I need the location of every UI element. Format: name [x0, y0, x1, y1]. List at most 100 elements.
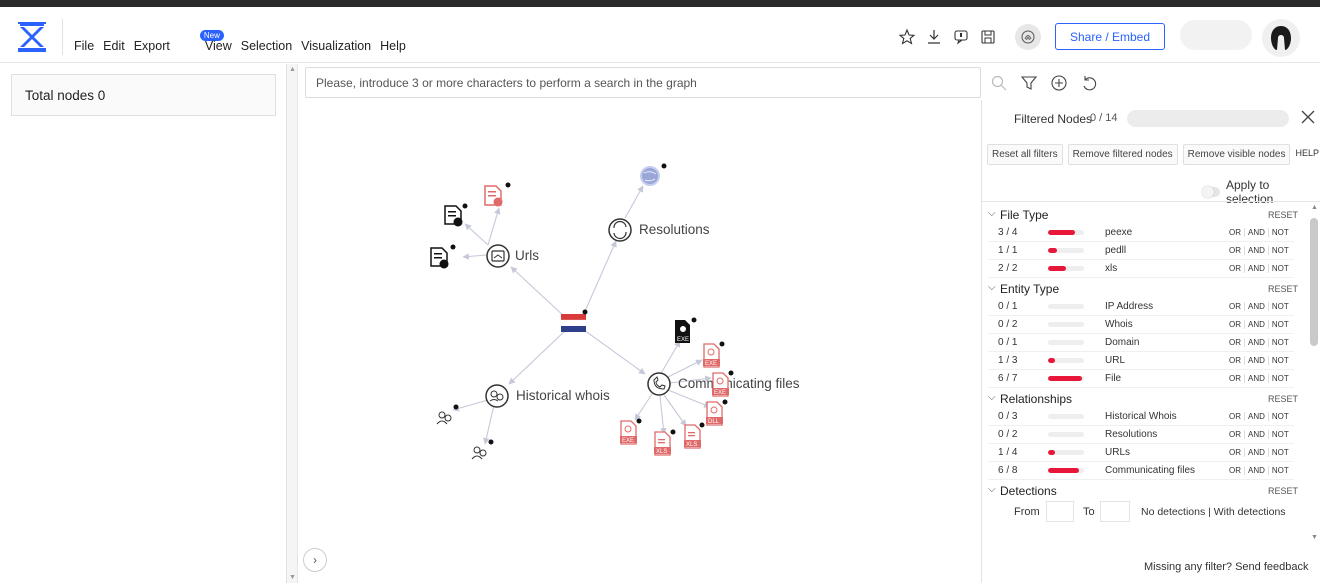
undo-icon[interactable]	[1080, 74, 1098, 92]
operator-and-button[interactable]: AND	[1244, 412, 1268, 421]
search-icon[interactable]	[990, 74, 1008, 92]
send-feedback-link[interactable]: Missing any filter? Send feedback	[1144, 561, 1308, 573]
graph-canvas[interactable]: Urls Resolutions Historical whois Commun…	[298, 100, 981, 583]
operator-or-button[interactable]: OR	[1226, 412, 1244, 421]
download-icon[interactable]	[925, 28, 943, 46]
menu-edit[interactable]: Edit	[103, 39, 125, 53]
chevron-down-icon[interactable]: ⌵	[988, 208, 996, 219]
exe-file-node-red-3[interactable]: EXE	[620, 418, 642, 445]
operator-and-button[interactable]: AND	[1244, 448, 1268, 457]
chevron-down-icon[interactable]: ⌵	[988, 392, 996, 403]
detections-title[interactable]: Detections	[1000, 484, 1057, 498]
chevron-down-icon[interactable]: ⌵	[988, 282, 996, 293]
operator-not-button[interactable]: NOT	[1267, 466, 1292, 475]
menu-help[interactable]: Help	[380, 39, 406, 53]
detections-from-input[interactable]	[1046, 501, 1074, 522]
operator-not-button[interactable]: NOT	[1267, 302, 1292, 311]
xls-file-node-red-1[interactable]: XLS	[654, 429, 676, 456]
url-document-node-2[interactable]	[484, 182, 511, 207]
graph-search-input[interactable]: Please, introduce 3 or more characters t…	[305, 67, 981, 98]
comment-icon[interactable]	[952, 28, 970, 46]
operator-or-button[interactable]: OR	[1226, 246, 1244, 255]
operator-or-button[interactable]: OR	[1226, 448, 1244, 457]
operator-not-button[interactable]: NOT	[1267, 412, 1292, 421]
add-node-icon[interactable]	[1050, 74, 1068, 92]
url-document-node-1[interactable]	[444, 203, 468, 227]
operator-and-button[interactable]: AND	[1244, 374, 1268, 383]
operator-and-button[interactable]: AND	[1244, 302, 1268, 311]
filter-scrollbar[interactable]: ▲ ▼	[1308, 204, 1320, 550]
communicating-files-node[interactable]	[647, 372, 671, 396]
operator-and-button[interactable]: AND	[1244, 356, 1268, 365]
operator-or-button[interactable]: OR	[1226, 338, 1244, 347]
operator-or-button[interactable]: OR	[1226, 374, 1244, 383]
operator-not-button[interactable]: NOT	[1267, 448, 1292, 457]
detections-reset-button[interactable]: RESET	[1268, 486, 1298, 496]
operator-and-button[interactable]: AND	[1244, 466, 1268, 475]
operator-not-button[interactable]: NOT	[1267, 338, 1292, 347]
exe-file-node-red-1[interactable]: EXE	[703, 341, 725, 368]
operator-or-button[interactable]: OR	[1226, 302, 1244, 311]
scroll-up-arrow-icon[interactable]: ▲	[1311, 204, 1318, 211]
operator-and-button[interactable]: AND	[1244, 246, 1268, 255]
operator-and-button[interactable]: AND	[1244, 338, 1268, 347]
section-reset-button[interactable]: RESET	[1268, 394, 1298, 404]
chevron-down-icon[interactable]: ⌵	[988, 484, 996, 495]
operator-or-button[interactable]: OR	[1226, 228, 1244, 237]
star-icon[interactable]	[898, 28, 916, 46]
resolutions-node[interactable]	[608, 218, 632, 242]
detections-to-input[interactable]	[1100, 501, 1130, 522]
whois-node-1[interactable]	[436, 404, 459, 425]
whois-node-2[interactable]	[471, 439, 494, 460]
filter-section-title[interactable]: File Type	[1000, 208, 1048, 222]
apply-to-selection-toggle[interactable]	[1202, 186, 1220, 198]
historical-whois-node[interactable]	[485, 384, 509, 408]
operator-and-button[interactable]: AND	[1244, 228, 1268, 237]
remove-visible-nodes-button[interactable]: Remove visible nodes	[1182, 144, 1291, 165]
filter-scroll-thumb[interactable]	[1310, 218, 1318, 346]
operator-or-button[interactable]: OR	[1226, 320, 1244, 329]
operator-not-button[interactable]: NOT	[1267, 430, 1292, 439]
menu-view[interactable]: View	[205, 39, 232, 53]
exe-file-node-black[interactable]: EXE	[675, 317, 697, 344]
filter-section-title[interactable]: Entity Type	[1000, 282, 1059, 296]
section-reset-button[interactable]: RESET	[1268, 210, 1298, 220]
operator-not-button[interactable]: NOT	[1267, 228, 1292, 237]
virustotal-graph-logo[interactable]	[14, 19, 50, 55]
filter-section-title[interactable]: Relationships	[1000, 392, 1072, 406]
netherlands-flag-node[interactable]	[560, 309, 588, 333]
operator-or-button[interactable]: OR	[1226, 356, 1244, 365]
scroll-down-arrow-icon[interactable]: ▼	[289, 574, 296, 581]
filter-icon[interactable]	[1020, 74, 1038, 92]
reset-all-filters-button[interactable]: Reset all filters	[987, 144, 1063, 165]
menu-file[interactable]: File	[74, 39, 94, 53]
section-reset-button[interactable]: RESET	[1268, 284, 1298, 294]
operator-and-button[interactable]: AND	[1244, 430, 1268, 439]
operator-not-button[interactable]: NOT	[1267, 320, 1292, 329]
fingerprint-button[interactable]	[1015, 24, 1041, 50]
remove-filtered-nodes-button[interactable]: Remove filtered nodes	[1067, 144, 1178, 165]
menu-visualization[interactable]: Visualization	[301, 39, 371, 53]
operator-or-button[interactable]: OR	[1226, 264, 1244, 273]
xls-file-node-red-2[interactable]: XLS	[684, 422, 705, 449]
scroll-up-arrow-icon[interactable]: ▲	[289, 66, 296, 73]
expand-panel-button[interactable]: ›	[303, 548, 327, 572]
operator-or-button[interactable]: OR	[1226, 466, 1244, 475]
share-embed-button[interactable]: Share / Embed	[1055, 23, 1165, 50]
menu-selection[interactable]: Selection	[241, 39, 292, 53]
ip-address-globe-node[interactable]	[640, 163, 667, 186]
avatar[interactable]	[1262, 19, 1300, 57]
filter-search-input[interactable]	[1127, 110, 1289, 127]
scroll-down-arrow-icon[interactable]: ▼	[1311, 534, 1318, 541]
operator-not-button[interactable]: NOT	[1267, 356, 1292, 365]
operator-and-button[interactable]: AND	[1244, 320, 1268, 329]
urls-node[interactable]	[486, 244, 510, 268]
menu-export[interactable]: ExportNew	[134, 30, 224, 53]
help-link[interactable]: HELP	[1295, 144, 1319, 165]
close-icon[interactable]	[1299, 108, 1317, 126]
operator-and-button[interactable]: AND	[1244, 264, 1268, 273]
operator-not-button[interactable]: NOT	[1267, 374, 1292, 383]
save-icon[interactable]	[979, 28, 997, 46]
left-panel-scrollbar[interactable]: ▲ ▼	[287, 64, 298, 583]
dll-file-node-red[interactable]: DLL	[706, 399, 728, 426]
